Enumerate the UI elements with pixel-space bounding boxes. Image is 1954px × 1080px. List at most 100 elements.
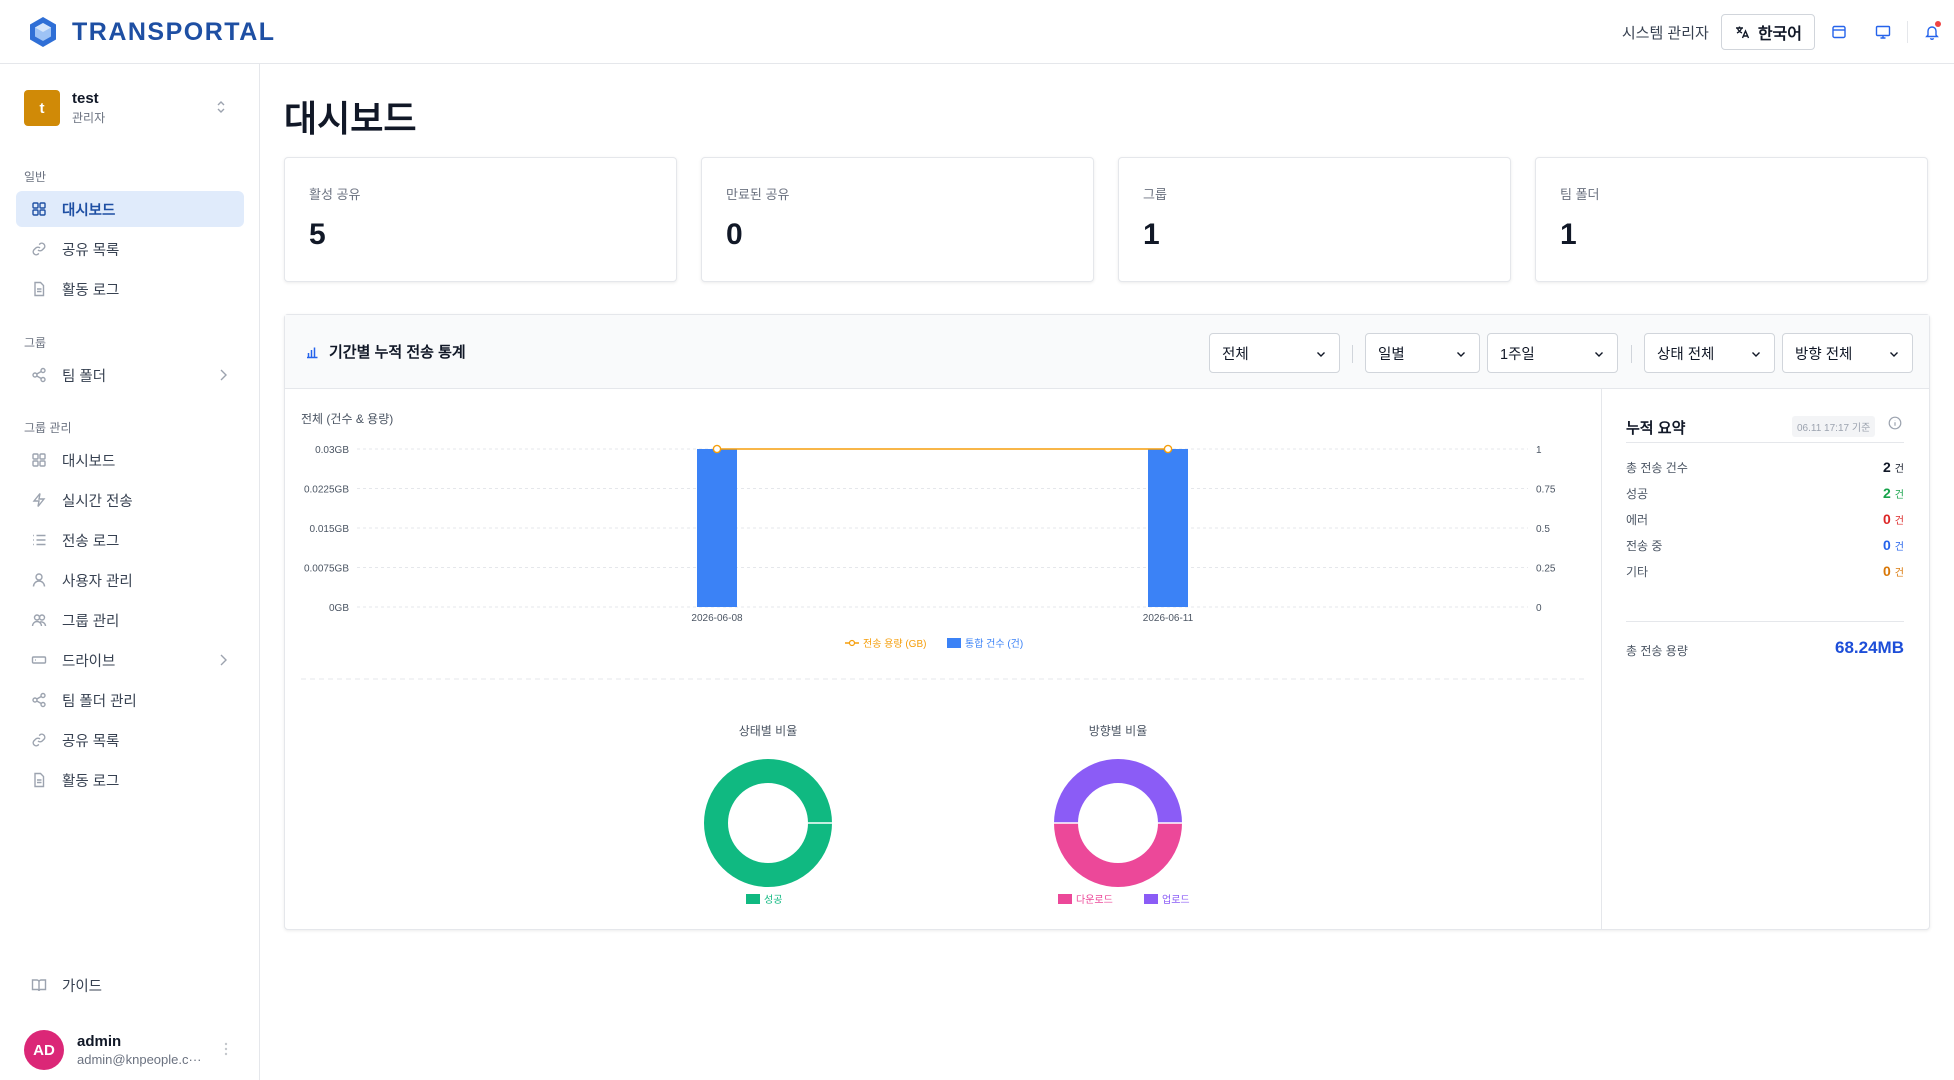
summary-row-unit: 건 — [1894, 542, 1904, 553]
select-value: 상태 전체 — [1657, 346, 1715, 363]
stat-label: 팀 폴더 — [1560, 187, 1600, 202]
nav-activity-log[interactable]: 활동 로그 — [16, 271, 244, 307]
scope-select[interactable]: 전체 — [1209, 333, 1340, 373]
summary-row-unit: 건 — [1894, 568, 1904, 579]
select-value: 1주일 — [1500, 346, 1535, 363]
filter-divider — [1631, 345, 1632, 363]
x-tick-label: 2026-06-11 — [1143, 613, 1194, 624]
sidebar: t test 관리자 일반 대시보드 공유 목록 활동 로그 그룹 팀 폴더 그… — [0, 64, 260, 1080]
panel-title: 기간별 누적 전송 통계 — [329, 344, 466, 361]
chart-bar — [697, 449, 737, 607]
zap-icon — [30, 491, 48, 509]
nav-label: 실시간 전송 — [62, 493, 133, 510]
logo-icon — [30, 17, 56, 47]
chevron-down-icon — [1457, 352, 1465, 357]
link-icon — [30, 731, 48, 749]
info-icon[interactable] — [1888, 416, 1902, 430]
section-title-group: 그룹 — [24, 336, 47, 350]
share-nodes-icon — [30, 366, 48, 384]
charts-svg: 전체 (건수 & 용량) 0GB 0 0.0075GB 0.25 0.015GB 0.5 0.… — [301, 412, 1585, 906]
nav-transfer-log[interactable]: 전송 로그 — [16, 522, 244, 558]
monitor-icon — [1875, 25, 1891, 39]
app-name: TRANSPORTAL — [72, 17, 276, 46]
chart-line-point — [712, 444, 722, 454]
y-tick-left: 0.015GB — [310, 524, 350, 535]
direction-select[interactable]: 방향 전체 — [1782, 333, 1913, 373]
select-value: 전체 — [1222, 346, 1249, 363]
y-tick-left: 0.0075GB — [304, 564, 349, 575]
summary-title: 누적 요약 — [1626, 420, 1686, 437]
workspace-name: test — [72, 90, 99, 107]
summary-row-unit: 건 — [1894, 516, 1904, 527]
chevron-down-icon — [1317, 352, 1325, 357]
app-logo[interactable]: TRANSPORTAL — [28, 16, 276, 48]
bar-chart-icon — [307, 347, 318, 358]
status-select[interactable]: 상태 전체 — [1644, 333, 1775, 373]
nav-user-management[interactable]: 사용자 관리 — [16, 562, 244, 598]
legend-swatch — [746, 894, 760, 904]
legend-label: 전송 용량 (GB) — [863, 638, 926, 650]
monitor-button[interactable] — [1863, 14, 1903, 50]
layout-button[interactable] — [1819, 14, 1859, 50]
nav-label: 공유 목록 — [62, 733, 120, 750]
page-title: 대시보드 — [284, 98, 417, 139]
summary-row-value: 2건 — [1883, 485, 1904, 501]
stat-value: 1 — [1560, 218, 1577, 251]
layout-icon — [1832, 25, 1846, 39]
chart-area: 전체 (건수 & 용량) 0GB 0 0.0075GB 0.25 0.015GB 0.5 0.… — [285, 389, 1601, 930]
translate-icon — [1735, 26, 1749, 39]
language-button[interactable]: 한국어 — [1720, 14, 1815, 50]
list-icon — [30, 531, 48, 549]
y-tick-left: 0.03GB — [315, 445, 349, 456]
nav-drive[interactable]: 드라이브 — [16, 642, 244, 678]
nav-label: 사용자 관리 — [62, 573, 133, 590]
nav-group-share-list[interactable]: 공유 목록 — [16, 722, 244, 758]
summary-total-value: 68.24MB — [1835, 638, 1904, 657]
summary-divider — [1626, 621, 1904, 622]
legend-label: 통합 건수 (건) — [965, 638, 1023, 650]
period-select[interactable]: 1주일 — [1487, 333, 1618, 373]
nav-group-activity-log[interactable]: 활동 로그 — [16, 762, 244, 798]
summary-row: 에러 0 건 — [1626, 511, 1904, 531]
nav-guide[interactable]: 가이드 — [16, 967, 244, 1003]
workspace-switcher[interactable]: t test 관리자 — [24, 88, 236, 128]
summary-divider — [1626, 442, 1904, 443]
summary-row-label: 기타 — [1626, 565, 1649, 579]
nav-label: 그룹 관리 — [62, 613, 120, 630]
interval-select[interactable]: 일별 — [1365, 333, 1480, 373]
nav-label: 대시보드 — [62, 202, 116, 219]
nav-label: 활동 로그 — [62, 282, 120, 299]
nav-realtime-transfer[interactable]: 실시간 전송 — [16, 482, 244, 518]
drive-icon — [30, 651, 48, 669]
transfer-stats-panel: 기간별 누적 전송 통계 전체 일별 1주일 상태 전체 방향 전체 전체 (건… — [284, 314, 1930, 930]
nav-dashboard[interactable]: 대시보드 — [16, 191, 244, 227]
chart-title: 전체 (건수 & 용량) — [301, 412, 393, 426]
nav-group-dashboard[interactable]: 대시보드 — [16, 442, 244, 478]
y-tick-right: 0 — [1536, 603, 1542, 614]
file-icon — [30, 771, 48, 789]
summary-row-unit: 건 — [1894, 464, 1904, 475]
nav-team-folder[interactable]: 팀 폴더 — [16, 357, 244, 393]
chevron-right-icon — [220, 654, 227, 666]
system-admin-link[interactable]: 시스템 관리자 — [1622, 22, 1709, 43]
y-tick-left: 0.0225GB — [304, 485, 349, 496]
donut-slice — [704, 759, 832, 887]
more-vertical-icon[interactable] — [224, 1042, 228, 1056]
summary-row: 성공 2 건 — [1626, 485, 1904, 505]
chart-bar — [1148, 449, 1188, 607]
stat-card-team-folders: 팀 폴더 1 — [1535, 157, 1928, 282]
summary-row-value: 2건 — [1883, 459, 1904, 475]
user-profile[interactable]: AD admin admin@knpeople.c··· — [24, 1028, 236, 1072]
section-title-group-admin: 그룹 관리 — [24, 421, 72, 435]
file-icon — [30, 280, 48, 298]
x-tick-label: 2026-06-08 — [691, 613, 743, 624]
nav-group-management[interactable]: 그룹 관리 — [16, 602, 244, 638]
select-value: 일별 — [1378, 346, 1405, 363]
nav-team-folder-management[interactable]: 팀 폴더 관리 — [16, 682, 244, 718]
nav-label: 공유 목록 — [62, 242, 120, 259]
nav-share-list[interactable]: 공유 목록 — [16, 231, 244, 267]
workspace-role: 관리자 — [72, 111, 106, 125]
notification-dot — [1935, 21, 1941, 27]
select-value: 방향 전체 — [1795, 346, 1853, 363]
notifications-button[interactable] — [1912, 14, 1952, 50]
